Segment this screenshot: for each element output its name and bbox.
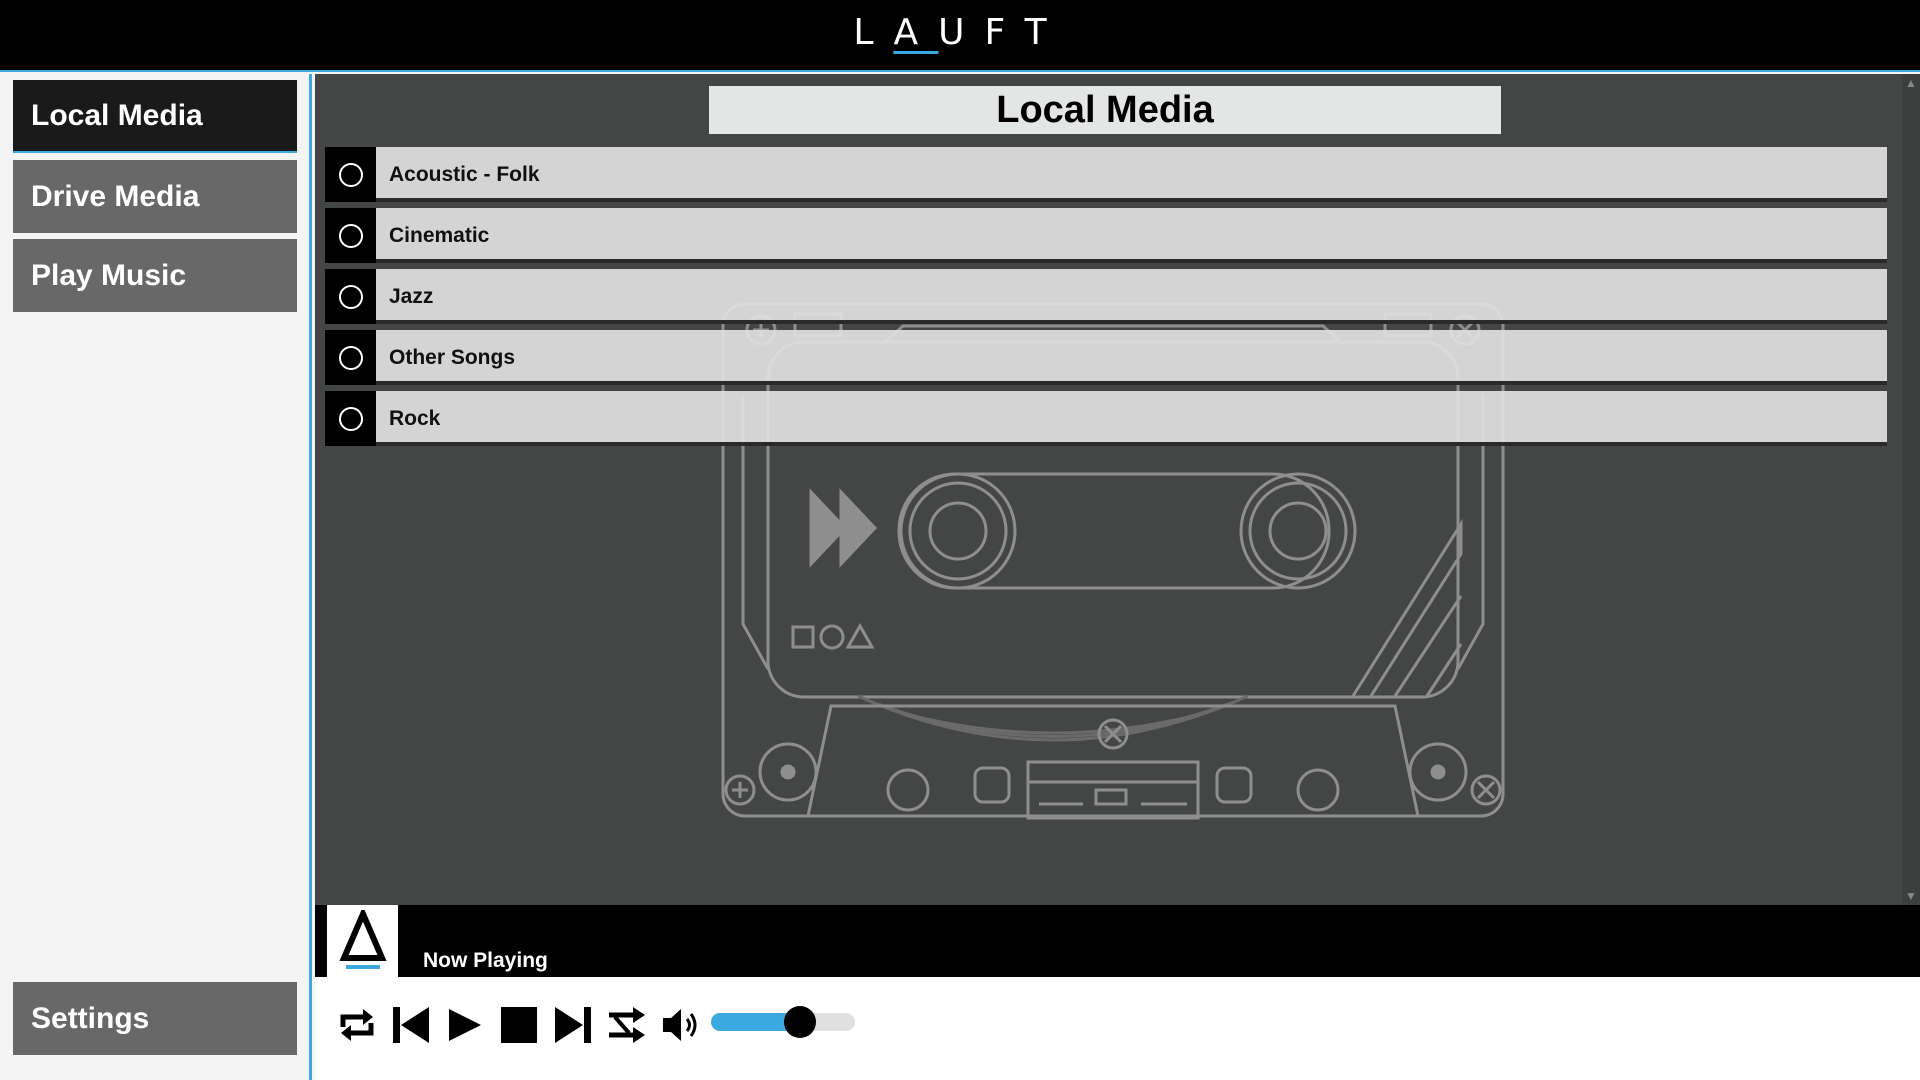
shuffle-icon[interactable] [605, 1003, 649, 1047]
sidebar-item-local-media[interactable]: Local Media [13, 80, 297, 153]
sidebar-item-label: Play Music [31, 258, 187, 292]
sidebar-item-label: Local Media [31, 98, 203, 132]
scroll-down-icon[interactable]: ▼ [1905, 889, 1917, 903]
list-item[interactable]: Other Songs [325, 330, 1887, 385]
radio-button[interactable] [338, 162, 363, 187]
lauft-logo-icon [338, 910, 387, 969]
radio-cell [325, 330, 376, 385]
list-item-label: Other Songs [389, 345, 516, 369]
list-item[interactable]: Cinematic [325, 208, 1887, 263]
player-controls [315, 977, 1920, 1080]
top-bar: LAUFT [0, 0, 1920, 72]
list-item-label: Cinematic [389, 223, 490, 247]
list-item[interactable]: Rock [325, 391, 1887, 446]
now-playing-label: Now Playing [423, 949, 548, 972]
radio-cell [325, 391, 376, 446]
radio-button[interactable] [338, 223, 363, 248]
sidebar-item-drive-media[interactable]: Drive Media [13, 160, 297, 233]
volume-thumb[interactable] [784, 1006, 817, 1038]
scrollbar[interactable]: ▲ ▼ [1902, 74, 1920, 905]
now-playing-bar: Now Playing [315, 905, 1920, 977]
list-item-label: Jazz [389, 284, 434, 308]
next-icon[interactable] [551, 1003, 595, 1047]
radio-button[interactable] [338, 345, 363, 370]
list-item[interactable]: Jazz [325, 269, 1887, 324]
repeat-icon[interactable] [335, 1003, 379, 1047]
scroll-up-icon[interactable]: ▲ [1905, 76, 1917, 90]
radio-cell [325, 269, 376, 324]
app-logo: LAUFT [853, 12, 1067, 54]
radio-cell [325, 208, 376, 263]
sidebar-item-play-music[interactable]: Play Music [13, 239, 297, 312]
list-item-label: Acoustic - Folk [389, 162, 540, 186]
volume-slider[interactable] [711, 1006, 855, 1038]
sidebar: Local Media Drive Media Play Music Setti… [0, 74, 312, 1080]
list-item-label: Rock [389, 406, 441, 430]
radio-button[interactable] [338, 284, 363, 309]
radio-button[interactable] [338, 406, 363, 431]
radio-cell [325, 147, 376, 202]
page-title: Local Media [709, 86, 1501, 134]
playlist-list: Acoustic - Folk Cinematic Jazz Other Son… [325, 147, 1887, 452]
previous-icon[interactable] [389, 1003, 433, 1047]
album-art [327, 905, 398, 977]
list-item[interactable]: Acoustic - Folk [325, 147, 1887, 202]
settings-label: Settings [31, 1001, 150, 1035]
sidebar-item-label: Drive Media [31, 179, 200, 213]
stop-icon[interactable] [497, 1003, 541, 1047]
main-panel: Local Media Acoustic - Folk Cinematic Ja… [315, 74, 1920, 905]
settings-button[interactable]: Settings [13, 982, 297, 1055]
volume-icon[interactable] [659, 1003, 703, 1047]
play-icon[interactable] [443, 1003, 487, 1047]
